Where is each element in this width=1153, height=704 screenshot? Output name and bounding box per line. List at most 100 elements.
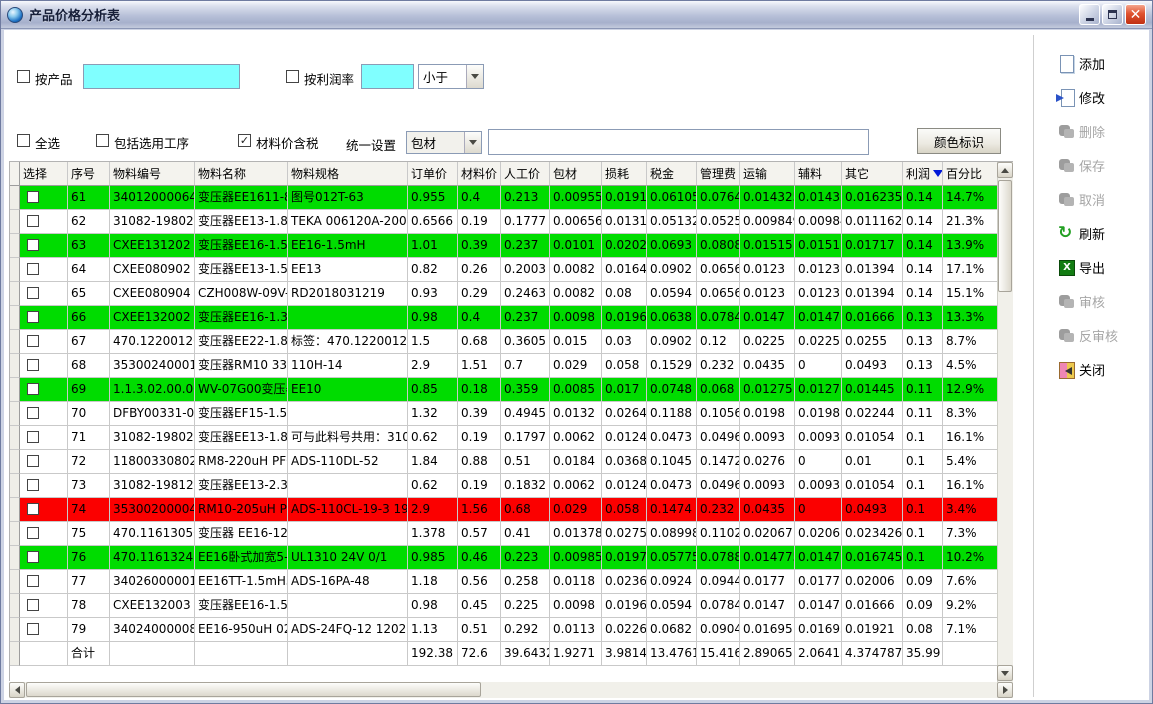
totals-row[interactable]: 合计 192.38 72.6 39.6432 1.9271 3.9814 13.… [10,642,998,666]
minimize-button[interactable] [1079,4,1100,25]
by-product-checkbox[interactable] [17,70,30,83]
col-header-code[interactable]: 物料编号 [110,162,195,186]
row-select-checkbox[interactable] [27,599,39,611]
add-button[interactable]: 添加 [1057,51,1149,75]
col-header-loss[interactable]: 损耗 [602,162,647,186]
cell-name: 变压器EE13-1.5 [195,258,288,282]
table-row[interactable]: 78 CXEE132003 变压器EE16-1.5 0.98 0.45 0.22… [10,594,998,618]
profit-filter-input[interactable] [361,64,414,89]
maximize-button[interactable] [1102,4,1123,25]
table-row[interactable]: 74 35300200004R RM10-205uH PF ADS-110CL-… [10,498,998,522]
scroll-right-button[interactable] [997,682,1013,698]
scroll-left-button[interactable] [9,682,25,698]
cell-order-price: 0.98 [408,306,458,330]
vertical-scroll-thumb[interactable] [998,180,1012,292]
col-header-other[interactable]: 其它 [842,162,903,186]
row-select-checkbox[interactable] [27,551,39,563]
col-header-seq[interactable]: 序号 [68,162,110,186]
table-row[interactable]: 67 470.1220012045 变压器EE22-1.8 标签：470.122… [10,330,998,354]
col-header-auxiliary[interactable]: 辅料 [795,162,842,186]
cell-transport: 0.01695 [740,618,795,642]
scroll-up-button[interactable] [997,162,1013,178]
col-header-profit[interactable]: 利润 [903,162,943,186]
table-row[interactable]: 75 470.11613050D5 变压器 EE16-12 1.378 0.57… [10,522,998,546]
col-header-spec[interactable]: 物料规格 [288,162,408,186]
cell-auxiliary: 0.0177 [795,570,842,594]
dropdown-button[interactable] [466,65,483,88]
row-select-checkbox[interactable] [27,479,39,491]
col-header-percent[interactable]: 百分比 [943,162,998,186]
cell-auxiliary: 2.06415 [795,642,842,666]
horizontal-scroll-thumb[interactable] [26,682,481,697]
col-header-name[interactable]: 物料名称 [195,162,288,186]
cell-seq: 76 [68,546,110,570]
profit-operator-select[interactable]: 小于 [418,64,484,89]
color-mark-button[interactable]: 颜色标识 [917,128,1001,154]
cell-spec [288,474,408,498]
row-select-checkbox[interactable] [27,263,39,275]
col-header-packaging[interactable]: 包材 [550,162,602,186]
unified-setting-select[interactable]: 包材 [406,131,482,154]
close-window-button[interactable]: ✕ [1125,4,1146,25]
table-row[interactable]: 62 31082-198021 变压器EE13-1.8 TEKA 006120A… [10,210,998,234]
cell-labor-price: 0.7 [501,354,550,378]
unaudit-button[interactable]: 反审核 [1057,323,1149,347]
export-button[interactable]: 导出 [1057,255,1149,279]
cell-other: 0.0111622 [842,210,903,234]
by-profit-checkbox[interactable] [286,70,299,83]
col-header-tax[interactable]: 税金 [647,162,697,186]
row-select-checkbox[interactable] [27,503,39,515]
row-select-checkbox[interactable] [27,575,39,587]
row-select-checkbox[interactable] [27,623,39,635]
table-row[interactable]: 69 1.1.3.02.00.00.034 WV-07G00变压器 EE10 0… [10,378,998,402]
row-select-checkbox[interactable] [27,359,39,371]
table-row[interactable]: 73 31082-198126 变压器EE13-2.3 0.62 0.19 0.… [10,474,998,498]
row-select-checkbox[interactable] [27,455,39,467]
scroll-down-button[interactable] [997,665,1013,681]
material-tax-checkbox[interactable]: ✓ [238,134,251,147]
include-process-checkbox[interactable] [96,134,109,147]
cancel-button[interactable]: 取消 [1057,187,1149,211]
row-select-checkbox[interactable] [27,287,39,299]
row-select-checkbox[interactable] [27,191,39,203]
row-select-checkbox[interactable] [27,407,39,419]
table-row[interactable]: 70 DFBY00331-03-R 变压器EF15-1.5 1.32 0.39 … [10,402,998,426]
close-button[interactable]: 关闭 [1057,357,1149,381]
table-row[interactable]: 72 11800330802R RM8-220uH PF0 ADS-110DL-… [10,450,998,474]
col-header-order-price[interactable]: 订单价 [408,162,458,186]
row-select-checkbox[interactable] [27,335,39,347]
vertical-scrollbar[interactable] [997,162,1013,682]
col-header-transport[interactable]: 运输 [740,162,795,186]
refresh-button[interactable]: 刷新 [1057,221,1149,245]
dropdown-button[interactable] [464,132,481,153]
table-row[interactable]: 71 31082-198023 变压器EE13-1.8 可与此料号共用：3108… [10,426,998,450]
row-select-checkbox[interactable] [27,431,39,443]
select-all-checkbox[interactable] [17,134,30,147]
row-select-checkbox[interactable] [27,311,39,323]
table-row[interactable]: 65 CXEE080904 CZH008W-09V-A RD2018031219… [10,282,998,306]
modify-button[interactable]: 修改 [1057,85,1149,109]
unified-setting-input[interactable] [488,129,869,155]
table-row[interactable]: 63 CXEE131202 变压器EE16-1.5 EE16-1.5mH 1.0… [10,234,998,258]
row-select-checkbox[interactable] [27,239,39,251]
cell-order-price: 0.955 [408,186,458,210]
table-row[interactable]: 68 35300240001R 变压器RM10 330 110H-14 2.9 … [10,354,998,378]
save-button[interactable]: 保存 [1057,153,1149,177]
horizontal-scrollbar[interactable] [9,682,1013,698]
row-select-checkbox[interactable] [27,383,39,395]
table-row[interactable]: 76 470.1161324025 EE16卧式加宽5- UL1310 24V … [10,546,998,570]
table-row[interactable]: 77 34026000001R EE16TT-1.5mH3 ADS-16PA-4… [10,570,998,594]
delete-button[interactable]: 删除 [1057,119,1149,143]
audit-button[interactable]: 审核 [1057,289,1149,313]
product-filter-input[interactable] [83,64,240,89]
row-select-checkbox[interactable] [27,215,39,227]
col-header-management[interactable]: 管理费 [697,162,740,186]
row-select-checkbox[interactable] [27,527,39,539]
table-row[interactable]: 79 34024000008R EE16-950uH 02 ADS-24FQ-1… [10,618,998,642]
table-row[interactable]: 61 34012000064R 变压器EE1611-8 图号012T-63 0.… [10,186,998,210]
col-header-labor-price[interactable]: 人工价 [501,162,550,186]
table-row[interactable]: 66 CXEE132002 变压器EE16-1.3 0.98 0.4 0.237… [10,306,998,330]
table-row[interactable]: 64 CXEE080902 变压器EE13-1.5 EE13 0.82 0.26… [10,258,998,282]
col-header-select[interactable]: 选择 [20,162,68,186]
col-header-material-price[interactable]: 材料价 [458,162,501,186]
